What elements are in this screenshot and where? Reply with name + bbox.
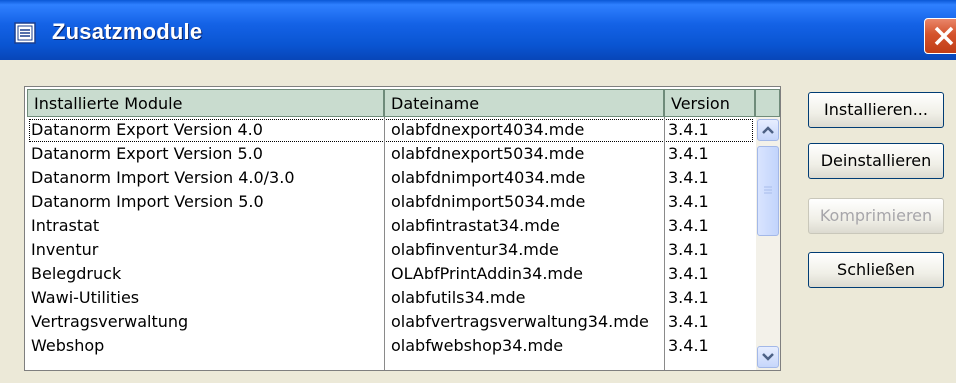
module-name: Belegdruck — [31, 264, 122, 283]
module-name: Intrastat — [31, 216, 100, 235]
close-dialog-button[interactable]: Schließen — [808, 252, 944, 288]
column-header-blank — [755, 89, 780, 117]
version-value: 3.4.1 — [668, 216, 709, 235]
module-name: Datanorm Export Version 4.0 — [31, 120, 263, 139]
version-value: 3.4.1 — [668, 240, 709, 259]
module-name: Datanorm Export Version 5.0 — [31, 144, 263, 163]
file-name: olabfdnimport4034.mde — [391, 168, 586, 187]
window-title: Zusatzmodule — [52, 19, 203, 44]
zusatzmodule-dialog: Zusatzmodule Installierte Module Dateina… — [0, 0, 956, 383]
scroll-down-button[interactable] — [757, 346, 779, 368]
version-value: 3.4.1 — [668, 288, 709, 307]
title-bar[interactable]: Zusatzmodule — [0, 0, 956, 60]
install-button[interactable]: Installieren... — [808, 92, 944, 128]
column-header-modules[interactable]: Installierte Module — [27, 89, 384, 117]
module-name: Vertragsverwaltung — [31, 312, 189, 331]
window-icon[interactable] — [14, 22, 36, 44]
module-name: Wawi-Utilities — [31, 288, 140, 307]
chevron-up-icon — [762, 126, 774, 134]
column-divider — [384, 117, 385, 370]
module-name: Datanorm Import Version 4.0/3.0 — [31, 168, 295, 187]
scroll-thumb[interactable] — [757, 146, 779, 236]
version-value: 3.4.1 — [668, 264, 709, 283]
compress-button[interactable]: Komprimieren — [808, 198, 944, 234]
file-name: olabfdnimport5034.mde — [391, 192, 586, 211]
module-name: Webshop — [31, 336, 105, 355]
chevron-down-icon — [762, 353, 774, 361]
vertical-scrollbar[interactable] — [756, 117, 780, 370]
version-value: 3.4.1 — [668, 192, 709, 211]
file-name: olabfvertragsverwaltung34.mde — [391, 312, 649, 331]
scroll-up-button[interactable] — [757, 119, 779, 141]
close-icon — [934, 26, 954, 46]
version-value: 3.4.1 — [668, 168, 709, 187]
file-name: OLAbfPrintAddin34.mde — [391, 264, 584, 283]
column-header-filename[interactable]: Dateiname — [384, 89, 664, 117]
modules-list[interactable]: Installierte Module Dateiname Version Da… — [24, 86, 781, 371]
column-divider — [664, 117, 665, 370]
file-name: olabfutils34.mde — [391, 288, 526, 307]
file-name: olabfdnexport4034.mde — [391, 120, 585, 139]
version-value: 3.4.1 — [668, 312, 709, 331]
file-name: olabfinventur34.mde — [391, 240, 559, 259]
module-name: Inventur — [31, 240, 99, 259]
version-value: 3.4.1 — [668, 336, 709, 355]
file-name: olabfdnexport5034.mde — [391, 144, 585, 163]
column-header-version[interactable]: Version — [664, 89, 755, 117]
close-button[interactable] — [924, 18, 956, 54]
file-name: olabfintrastat34.mde — [391, 216, 560, 235]
file-name: olabfwebshop34.mde — [391, 336, 564, 355]
grip-icon — [764, 186, 772, 194]
version-value: 3.4.1 — [668, 120, 709, 139]
uninstall-button[interactable]: Deinstallieren — [808, 143, 944, 179]
module-name: Datanorm Import Version 5.0 — [31, 192, 264, 211]
version-value: 3.4.1 — [668, 144, 709, 163]
